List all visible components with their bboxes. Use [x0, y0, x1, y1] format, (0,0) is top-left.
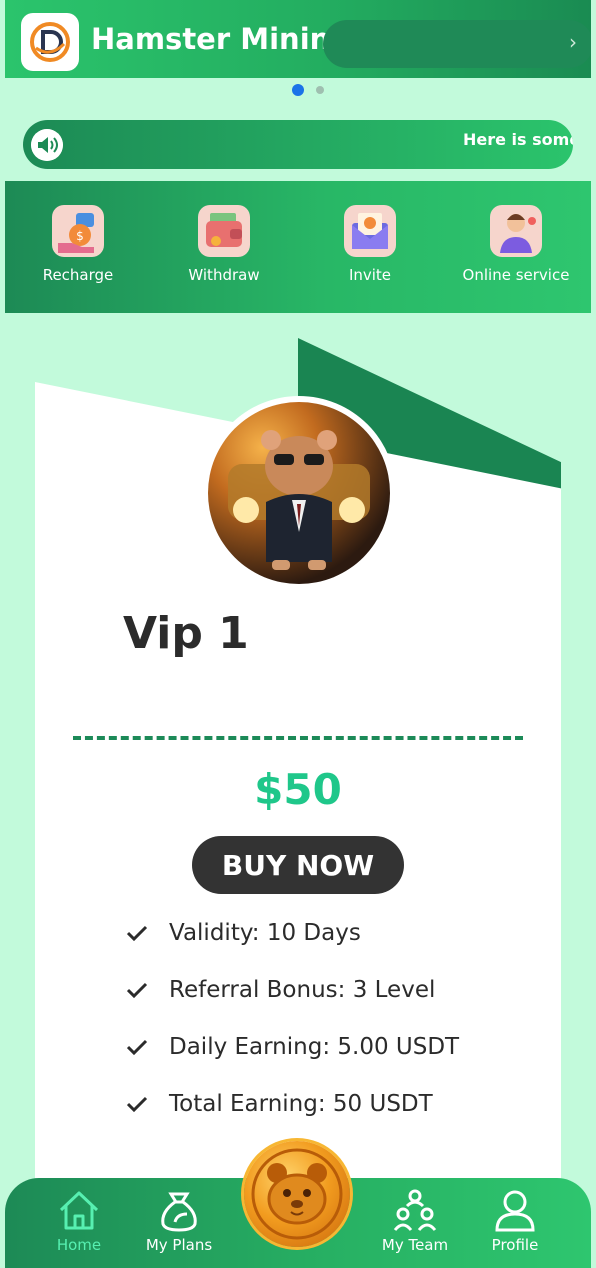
logo-icon	[30, 22, 70, 62]
support-agent-icon	[490, 205, 542, 257]
carousel-indicator	[292, 84, 324, 96]
speaker-icon	[31, 129, 63, 161]
nav-home-label: Home	[56, 1236, 102, 1254]
notice-text: Here is some	[463, 130, 573, 149]
nav-profile-label: Profile	[491, 1236, 539, 1254]
plan-feature: Validity: 10 Days	[125, 920, 361, 946]
banner-slide[interactable]: Hamster Mining- ›	[5, 0, 591, 78]
nav-my-plans-label: My Plans	[145, 1236, 213, 1254]
plan-avatar	[202, 396, 396, 590]
nav-my-team[interactable]: My Team	[369, 1186, 461, 1254]
home-icon	[59, 1191, 99, 1230]
plan-feature-text: Referral Bonus: 3 Level	[169, 977, 436, 1003]
profile-icon	[495, 1190, 535, 1232]
withdraw-action[interactable]: Withdraw	[151, 205, 297, 284]
invite-label: Invite	[348, 266, 392, 284]
plan-feature: Daily Earning: 5.00 USDT	[125, 1034, 459, 1060]
plan-feature-text: Daily Earning: 5.00 USDT	[169, 1034, 460, 1060]
hamster-coin-icon	[251, 1148, 343, 1240]
wallet-icon	[198, 205, 250, 257]
banner-redacted-area	[323, 20, 591, 68]
team-icon	[393, 1189, 437, 1231]
check-icon	[126, 1039, 148, 1056]
notice-marquee: Here is some	[23, 120, 573, 169]
hamster-avatar-icon	[228, 430, 370, 570]
nav-my-team-label: My Team	[381, 1236, 449, 1254]
chevron-right-icon: ›	[569, 30, 577, 54]
online-service-action[interactable]: Online service	[443, 205, 589, 284]
invite-action[interactable]: Invite	[297, 205, 443, 284]
check-icon	[126, 925, 148, 942]
nav-home[interactable]: Home	[33, 1186, 125, 1254]
quick-actions: $ Recharge Withdraw Invite Online servic…	[5, 181, 591, 313]
plan-feature-text: Validity: 10 Days	[169, 920, 361, 946]
withdraw-label: Withdraw	[188, 266, 260, 284]
recharge-icon: $	[52, 205, 104, 257]
plan-name: Vip 1	[123, 608, 249, 659]
check-icon	[126, 982, 148, 999]
app-logo	[21, 13, 79, 71]
carousel-dot[interactable]	[316, 86, 324, 94]
recharge-action[interactable]: $ Recharge	[5, 205, 151, 284]
money-bag-icon	[161, 1192, 197, 1232]
plan-feature: Total Earning: 50 USDT	[125, 1091, 433, 1117]
carousel-dot-active[interactable]	[292, 84, 304, 96]
plan-price: $50	[254, 765, 342, 814]
nav-my-plans[interactable]: My Plans	[133, 1186, 225, 1254]
plan-feature-text: Total Earning: 50 USDT	[169, 1091, 433, 1117]
svg-text:$: $	[76, 229, 84, 243]
online-service-label: Online service	[462, 266, 570, 284]
plan-feature: Referral Bonus: 3 Level	[125, 977, 435, 1003]
invite-envelope-icon	[344, 205, 396, 257]
recharge-label: Recharge	[42, 266, 114, 284]
card-divider	[73, 736, 523, 740]
check-icon	[126, 1096, 148, 1113]
buy-now-button[interactable]: BUY NOW	[192, 836, 404, 894]
banner-title: Hamster Mining-	[91, 22, 364, 56]
app-root: Hamster Mining- › Here is some $ Recharg…	[5, 0, 591, 1268]
nav-profile[interactable]: Profile	[469, 1186, 561, 1254]
hamster-coin-button[interactable]	[244, 1141, 350, 1247]
